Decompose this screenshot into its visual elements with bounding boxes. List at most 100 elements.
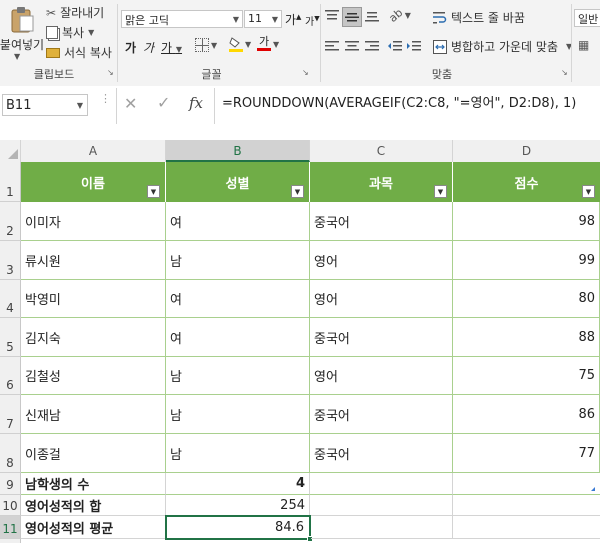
- cell-d10[interactable]: [453, 495, 600, 516]
- cell-a6[interactable]: 김철성: [21, 357, 166, 395]
- copy-button[interactable]: 복사 ▼: [46, 24, 94, 41]
- format-painter-button[interactable]: 서식 복사: [46, 44, 112, 61]
- cancel-icon[interactable]: ✕: [124, 94, 137, 113]
- cell-c4[interactable]: 영어: [310, 280, 453, 318]
- filter-dropdown-icon[interactable]: ▼: [291, 185, 304, 198]
- row-header-9[interactable]: 9: [0, 473, 21, 495]
- currency-button[interactable]: ▦: [578, 38, 589, 52]
- cell-a4[interactable]: 박영미: [21, 280, 166, 318]
- wrap-text-button[interactable]: 텍스트 줄 바꿈: [433, 9, 525, 26]
- cell-a9[interactable]: 남학생의 수: [21, 473, 166, 495]
- more-options-icon[interactable]: ⋮: [100, 93, 111, 104]
- cell-a5[interactable]: 김지숙: [21, 318, 166, 357]
- row-header-4[interactable]: 4: [0, 280, 21, 318]
- cell-a8[interactable]: 이종걸: [21, 434, 166, 473]
- column-header-c[interactable]: C: [310, 140, 453, 162]
- cell-d8[interactable]: 77: [453, 434, 600, 473]
- cell-d9[interactable]: [453, 473, 600, 495]
- cell-c11[interactable]: [311, 516, 453, 539]
- cell-b3[interactable]: 남: [166, 241, 310, 280]
- cell-c6[interactable]: 영어: [310, 357, 453, 395]
- orientation-button[interactable]: ab ▼: [386, 6, 410, 25]
- name-box[interactable]: B11 ▼: [2, 94, 88, 116]
- grow-font-button[interactable]: 가▲: [285, 11, 301, 28]
- cell-c9[interactable]: [310, 473, 453, 495]
- row-header-6[interactable]: 6: [0, 357, 21, 395]
- bold-button[interactable]: 가: [125, 39, 136, 56]
- copy-dropdown-icon[interactable]: ▼: [88, 28, 94, 37]
- select-all-corner[interactable]: [0, 140, 21, 162]
- formula-input[interactable]: =ROUNDDOWN(AVERAGEIF(C2:C8, "=영어", D2:D8…: [218, 86, 600, 122]
- cell-b9[interactable]: 4: [166, 473, 310, 495]
- italic-button[interactable]: 가: [143, 39, 154, 56]
- row-header-8[interactable]: 8: [0, 434, 21, 473]
- alignment-dialog-launcher-icon[interactable]: ↘: [561, 68, 568, 77]
- row-header-10[interactable]: 10: [0, 495, 21, 516]
- cell-a10[interactable]: 영어성적의 합: [21, 495, 166, 516]
- cell-c10[interactable]: [310, 495, 453, 516]
- cell-c3[interactable]: 영어: [310, 241, 453, 280]
- cell-c8[interactable]: 중국어: [310, 434, 453, 473]
- cell-b6[interactable]: 남: [166, 357, 310, 395]
- filter-dropdown-icon[interactable]: ▼: [582, 185, 595, 198]
- cell-a7[interactable]: 신재남: [21, 395, 166, 434]
- filter-dropdown-icon[interactable]: ▼: [147, 185, 160, 198]
- cell-b5[interactable]: 여: [166, 318, 310, 357]
- insert-function-button[interactable]: fx: [189, 94, 203, 112]
- enter-icon[interactable]: ✓: [157, 93, 170, 112]
- cell-c5[interactable]: 중국어: [310, 318, 453, 357]
- row-header-2[interactable]: 2: [0, 202, 21, 241]
- align-middle-button[interactable]: [342, 7, 362, 27]
- row-header-3[interactable]: 3: [0, 241, 21, 280]
- fill-color-button[interactable]: ▼: [229, 36, 251, 52]
- cut-button[interactable]: ✂ 잘라내기: [46, 4, 104, 21]
- cell-d5[interactable]: 88: [453, 318, 600, 357]
- align-right-button[interactable]: [365, 40, 379, 55]
- shrink-font-button[interactable]: 가▼: [305, 13, 320, 28]
- cell-d11[interactable]: [453, 516, 600, 539]
- cell-b4[interactable]: 여: [166, 280, 310, 318]
- cell-b8[interactable]: 남: [166, 434, 310, 473]
- align-left-button[interactable]: [325, 40, 339, 55]
- chevron-down-icon: ▼: [175, 45, 183, 54]
- row-header-11[interactable]: 11: [0, 516, 21, 539]
- cell-d2[interactable]: 98: [453, 202, 600, 241]
- paste-dropdown-icon[interactable]: ▼: [14, 52, 20, 61]
- font-color-button[interactable]: 가 ▼: [257, 36, 279, 51]
- font-size-select[interactable]: 11 ▼: [244, 10, 282, 28]
- cell-b11-selected[interactable]: 84.6: [165, 515, 311, 540]
- cell-c2[interactable]: 중국어: [310, 202, 453, 241]
- increase-indent-button[interactable]: [407, 40, 421, 55]
- cell-b2[interactable]: 여: [166, 202, 310, 241]
- cell-d4[interactable]: 80: [453, 280, 600, 318]
- filter-dropdown-icon[interactable]: ▼: [434, 185, 447, 198]
- table-resize-handle-icon[interactable]: [591, 487, 595, 491]
- align-bottom-button[interactable]: [365, 10, 381, 24]
- cell-d3[interactable]: 99: [453, 241, 600, 280]
- paste-button[interactable]: 붙여넣기: [0, 4, 44, 54]
- cell-a3[interactable]: 류시원: [21, 241, 166, 280]
- column-header-a[interactable]: A: [21, 140, 166, 162]
- align-center-button[interactable]: [345, 40, 359, 55]
- decrease-indent-button[interactable]: [388, 40, 402, 55]
- column-header-b[interactable]: B: [166, 140, 310, 162]
- merge-center-button[interactable]: 병합하고 가운데 맞춤 ▼: [433, 38, 572, 55]
- align-top-button[interactable]: [325, 10, 341, 24]
- row-header-1[interactable]: 1: [0, 162, 21, 202]
- cell-a2[interactable]: 이미자: [21, 202, 166, 241]
- underline-button[interactable]: 가 ▼: [161, 39, 182, 56]
- cell-d7[interactable]: 86: [453, 395, 600, 434]
- cell-c7[interactable]: 중국어: [310, 395, 453, 434]
- row-header-5[interactable]: 5: [0, 318, 21, 357]
- clipboard-dialog-launcher-icon[interactable]: ↘: [107, 68, 114, 77]
- number-format-select[interactable]: 일반: [574, 9, 600, 27]
- font-name-select[interactable]: 맑은 고딕 ▼: [121, 10, 243, 28]
- cell-a11[interactable]: 영어성적의 평균: [21, 516, 166, 539]
- border-button[interactable]: ▼: [195, 38, 217, 52]
- column-header-d[interactable]: D: [453, 140, 600, 162]
- font-dialog-launcher-icon[interactable]: ↘: [302, 68, 309, 77]
- cell-b10[interactable]: 254: [166, 495, 310, 516]
- cell-b7[interactable]: 남: [166, 395, 310, 434]
- cell-d6[interactable]: 75: [453, 357, 600, 395]
- row-header-7[interactable]: 7: [0, 395, 21, 434]
